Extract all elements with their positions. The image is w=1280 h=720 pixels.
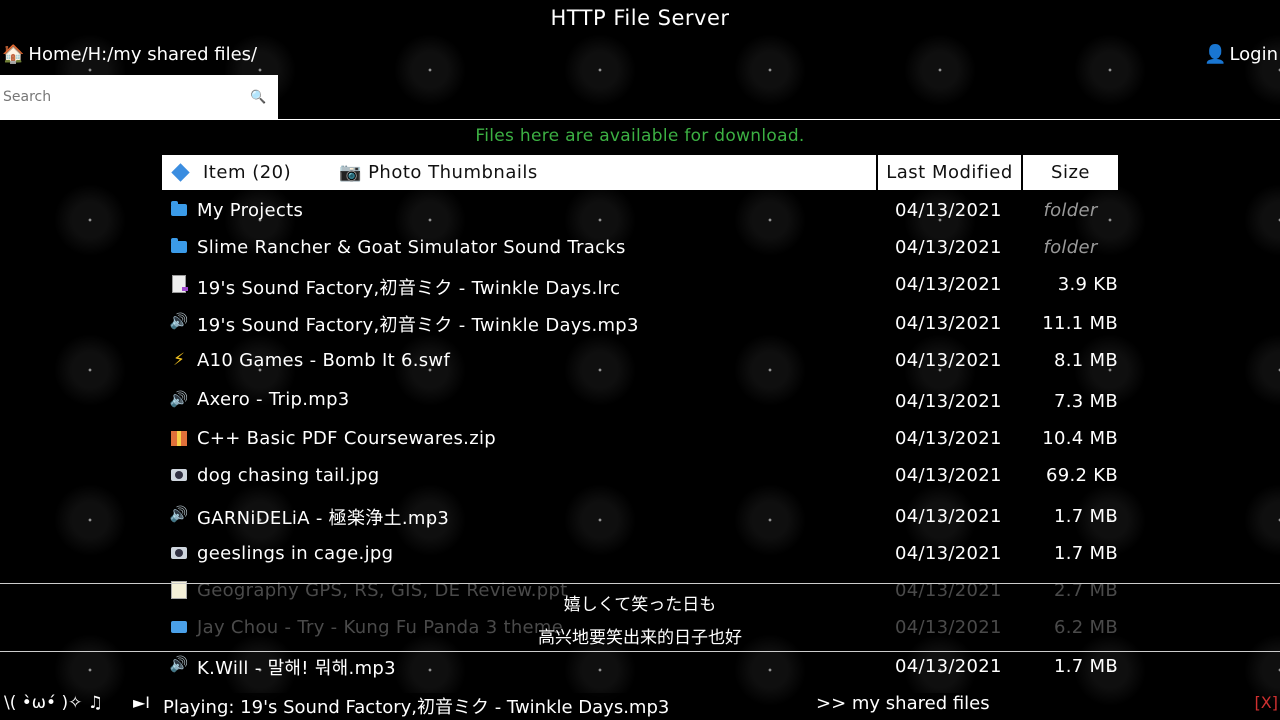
- camera-icon: [170, 466, 188, 484]
- table-row[interactable]: geeslings in cage.jpg 04/13/2021 1.7 MB: [162, 535, 1118, 572]
- file-name-link[interactable]: geeslings in cage.jpg: [197, 543, 393, 564]
- search-icon[interactable]: 🔍: [250, 90, 266, 105]
- file-size: 69.2 KB: [1045, 465, 1118, 486]
- archive-icon: [170, 429, 188, 447]
- player-bar: \( •̀ω•́ )✧ ♫ ►I Playing: 19's Sound Fac…: [0, 690, 1280, 720]
- file-date: 04/13/2021: [895, 465, 1002, 486]
- file-size: 3.9 KB: [1057, 274, 1118, 295]
- next-track-icon[interactable]: ►I: [133, 693, 150, 712]
- audio-icon: 🔊: [169, 505, 189, 523]
- table-row[interactable]: dog chasing tail.jpg 04/13/2021 69.2 KB: [162, 457, 1118, 496]
- home-icon: 🏠: [2, 44, 25, 65]
- table-row[interactable]: ⚡ A10 Games - Bomb It 6.swf 04/13/2021 8…: [162, 342, 1118, 381]
- lyrics-file-icon: [170, 275, 188, 293]
- file-size: 11.1 MB: [1042, 313, 1118, 334]
- audio-icon: 🔊: [169, 312, 189, 330]
- file-name-link[interactable]: Slime Rancher & Goat Simulator Sound Tra…: [197, 237, 626, 258]
- file-size: 1.7 MB: [1053, 506, 1118, 527]
- column-header-last-modified[interactable]: Last Modified: [878, 155, 1021, 190]
- file-date: 04/13/2021: [895, 506, 1002, 527]
- table-row[interactable]: 🔊 GARNiDELiA - 極楽浄土.mp3 04/13/2021 1.7 M…: [162, 496, 1118, 535]
- column-header-size[interactable]: Size: [1023, 155, 1118, 190]
- folder-icon: [170, 238, 188, 256]
- table-row[interactable]: My Projects 04/13/2021 folder: [162, 192, 1118, 229]
- divider: [0, 119, 1280, 120]
- lyrics-panel: 嬉しくて笑った日も 高兴地要笑出来的日子也好: [0, 583, 1280, 652]
- audio-icon: 🔊: [169, 655, 189, 673]
- table-row[interactable]: 🔊 19's Sound Factory,初音ミク - Twinkle Days…: [162, 303, 1118, 342]
- file-size: 1.7 MB: [1053, 656, 1118, 677]
- file-size: 7.3 MB: [1053, 391, 1118, 412]
- file-size: 8.1 MB: [1053, 350, 1118, 371]
- photo-thumbnails-label: Photo Thumbnails: [368, 162, 538, 183]
- file-name-link[interactable]: K.Will - 말해! 뭐해.mp3: [197, 654, 396, 680]
- file-name-link[interactable]: A10 Games - Bomb It 6.swf: [197, 350, 450, 371]
- user-icon: 👤: [1204, 44, 1227, 65]
- file-name-link[interactable]: GARNiDELiA - 極楽浄土.mp3: [197, 504, 449, 530]
- table-row[interactable]: 🔊 Axero - Trip.mp3 04/13/2021 7.3 MB: [162, 381, 1118, 420]
- column-header-item[interactable]: Item (20) 📷 Photo Thumbnails: [162, 155, 876, 190]
- search-box: 🔍: [0, 75, 278, 119]
- breadcrumb[interactable]: 🏠 Home/H:/my shared files/: [2, 44, 257, 65]
- close-player-button[interactable]: [X]: [1255, 693, 1278, 712]
- item-count-label[interactable]: Item (20): [203, 162, 291, 183]
- breadcrumb-path[interactable]: Home/H:/my shared files/: [28, 44, 257, 65]
- file-date: 04/13/2021: [895, 428, 1002, 449]
- table-row[interactable]: C++ Basic PDF Coursewares.zip 04/13/2021…: [162, 420, 1118, 457]
- page-title: HTTP File Server: [550, 6, 730, 30]
- camera-icon: [170, 544, 188, 562]
- file-name-link[interactable]: C++ Basic PDF Coursewares.zip: [197, 428, 496, 449]
- login-label: Login: [1229, 44, 1278, 65]
- file-size: folder: [1043, 200, 1098, 221]
- file-date: 04/13/2021: [895, 274, 1002, 295]
- file-name-link[interactable]: My Projects: [197, 200, 303, 221]
- file-name-link[interactable]: 19's Sound Factory,初音ミク - Twinkle Days.m…: [197, 311, 639, 337]
- player-kaomoji[interactable]: \( •̀ω•́ )✧ ♫: [4, 693, 103, 713]
- file-date: 04/13/2021: [895, 391, 1002, 412]
- file-size: 1.7 MB: [1053, 543, 1118, 564]
- login-button[interactable]: 👤 Login: [1204, 44, 1278, 65]
- file-size: folder: [1043, 237, 1098, 258]
- photo-thumbnails-toggle[interactable]: 📷 Photo Thumbnails: [339, 162, 538, 183]
- shared-folder-link[interactable]: >> my shared files: [816, 693, 996, 714]
- file-date: 04/13/2021: [895, 350, 1002, 371]
- lyric-line-original: 嬉しくて笑った日も: [563, 595, 717, 615]
- lyric-line-translation: 高兴地要笑出来的日子也好: [538, 628, 742, 648]
- file-date: 04/13/2021: [895, 200, 1002, 221]
- flash-icon: ⚡: [173, 350, 185, 370]
- audio-icon: 🔊: [169, 390, 189, 408]
- diamond-icon: [171, 163, 190, 182]
- table-row[interactable]: Slime Rancher & Goat Simulator Sound Tra…: [162, 229, 1118, 266]
- file-date: 04/13/2021: [895, 237, 1002, 258]
- download-notice: Files here are available for download.: [475, 126, 805, 146]
- file-date: 04/13/2021: [895, 543, 1002, 564]
- table-row[interactable]: 19's Sound Factory,初音ミク - Twinkle Days.l…: [162, 266, 1118, 303]
- now-playing-label: Playing: 19's Sound Factory,初音ミク - Twink…: [163, 693, 676, 719]
- file-name-link[interactable]: dog chasing tail.jpg: [197, 465, 380, 486]
- file-name-link[interactable]: 19's Sound Factory,初音ミク - Twinkle Days.l…: [197, 274, 620, 300]
- folder-icon: [170, 201, 188, 219]
- table-header: Item (20) 📷 Photo Thumbnails Last Modifi…: [162, 155, 1118, 190]
- search-input[interactable]: [0, 89, 246, 105]
- file-date: 04/13/2021: [895, 656, 1002, 677]
- file-date: 04/13/2021: [895, 313, 1002, 334]
- camera-icon: 📷: [339, 162, 363, 183]
- file-name-link[interactable]: Axero - Trip.mp3: [197, 389, 350, 410]
- file-size: 10.4 MB: [1042, 428, 1118, 449]
